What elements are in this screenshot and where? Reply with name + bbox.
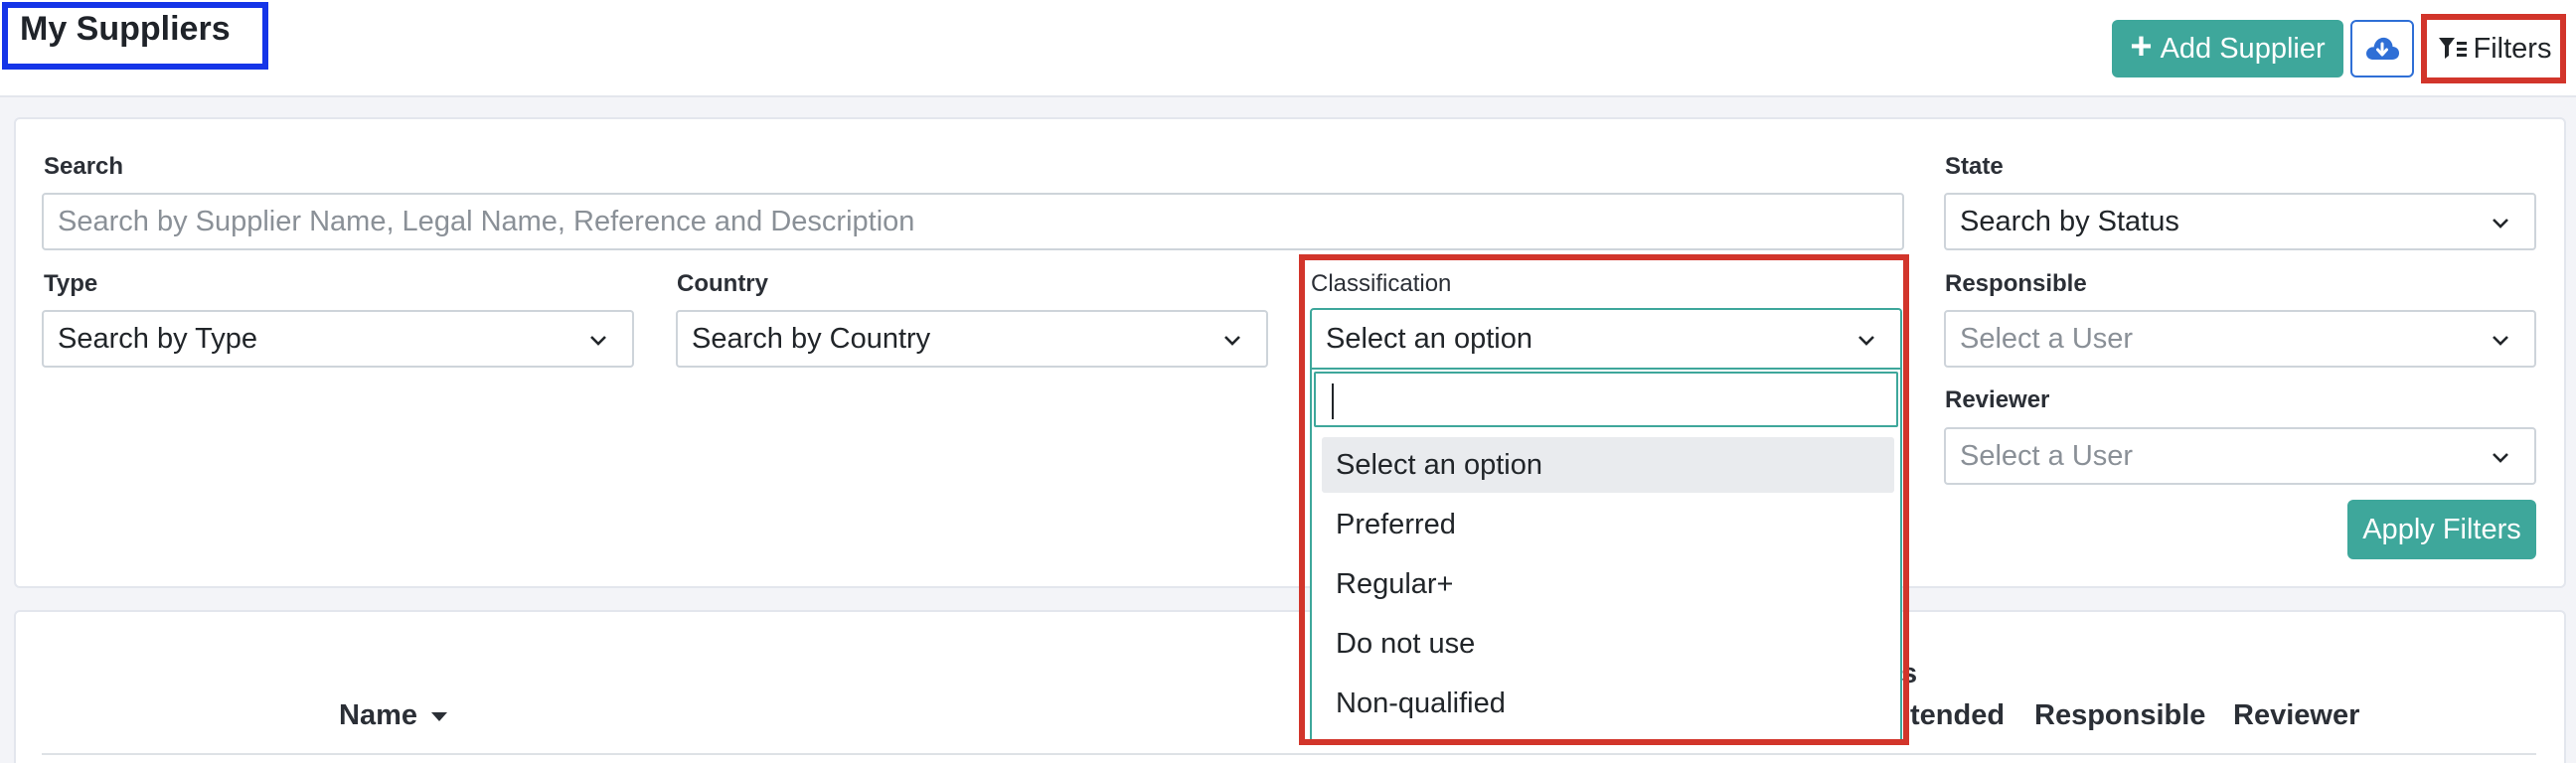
reviewer-label: Reviewer	[1945, 386, 2050, 413]
add-supplier-label: Add Supplier	[2160, 32, 2326, 65]
country-value: Search by Country	[692, 322, 931, 355]
apply-filters-button[interactable]: Apply Filters	[2347, 500, 2536, 559]
type-label: Type	[44, 270, 98, 297]
page-title: My Suppliers	[20, 10, 231, 48]
type-select[interactable]: Search by Type	[42, 310, 634, 368]
column-header-status[interactable]: s	[1901, 658, 1917, 690]
responsible-label: Responsible	[1945, 270, 2087, 297]
classification-option[interactable]: Select an option	[1322, 437, 1894, 493]
column-header-extended[interactable]: tended	[1910, 699, 2005, 732]
text-cursor	[1332, 383, 1334, 419]
column-header-reviewer[interactable]: Reviewer	[2233, 699, 2359, 732]
state-label: State	[1945, 153, 2004, 180]
classification-dropdown: Select an option Preferred Regular+ Do n…	[1310, 370, 1902, 741]
type-value: Search by Type	[58, 322, 257, 355]
column-header-name[interactable]: Name	[339, 699, 449, 732]
add-supplier-button[interactable]: + Add Supplier	[2112, 20, 2343, 77]
country-label: Country	[677, 270, 768, 297]
classification-option[interactable]: Preferred	[1322, 497, 1894, 552]
reviewer-select[interactable]: Select a User	[1944, 427, 2536, 485]
page-header: My Suppliers + Add Supplier Filters	[0, 0, 2576, 97]
cloud-download-icon	[2366, 37, 2399, 60]
search-input[interactable]: Search by Supplier Name, Legal Name, Ref…	[42, 193, 1904, 250]
classification-search-input[interactable]	[1314, 372, 1898, 427]
chevron-down-icon	[590, 336, 606, 346]
chevron-down-icon	[2493, 453, 2508, 463]
column-header-responsible[interactable]: Responsible	[2034, 699, 2205, 732]
suppliers-table	[14, 610, 2566, 763]
filters-button[interactable]: Filters	[2433, 22, 2556, 76]
filters-label: Filters	[2473, 32, 2552, 65]
reviewer-placeholder: Select a User	[1960, 439, 2134, 472]
column-name-label: Name	[339, 699, 417, 731]
classification-value: Select an option	[1326, 322, 1532, 355]
classification-option[interactable]: Do not use	[1322, 616, 1894, 672]
plus-icon: +	[2130, 26, 2153, 68]
responsible-placeholder: Select a User	[1960, 322, 2134, 355]
classification-select[interactable]: Select an option	[1310, 308, 1902, 370]
country-select[interactable]: Search by Country	[676, 310, 1268, 368]
responsible-select[interactable]: Select a User	[1944, 310, 2536, 368]
classification-label: Classification	[1311, 270, 1452, 297]
chevron-down-icon	[2493, 219, 2508, 229]
download-button[interactable]	[2350, 20, 2414, 77]
chevron-down-icon	[1858, 336, 1874, 346]
chevron-down-icon	[1224, 336, 1240, 346]
chevron-down-icon	[2493, 336, 2508, 346]
classification-option[interactable]: Non-qualified	[1322, 676, 1894, 731]
table-header-divider	[42, 753, 2536, 755]
search-label: Search	[44, 153, 124, 180]
state-select[interactable]: Search by Status	[1944, 193, 2536, 250]
filter-list-icon	[2438, 38, 2467, 59]
classification-option[interactable]: Regular+	[1322, 556, 1894, 612]
state-value: Search by Status	[1960, 205, 2179, 237]
sort-desc-icon	[431, 712, 448, 722]
